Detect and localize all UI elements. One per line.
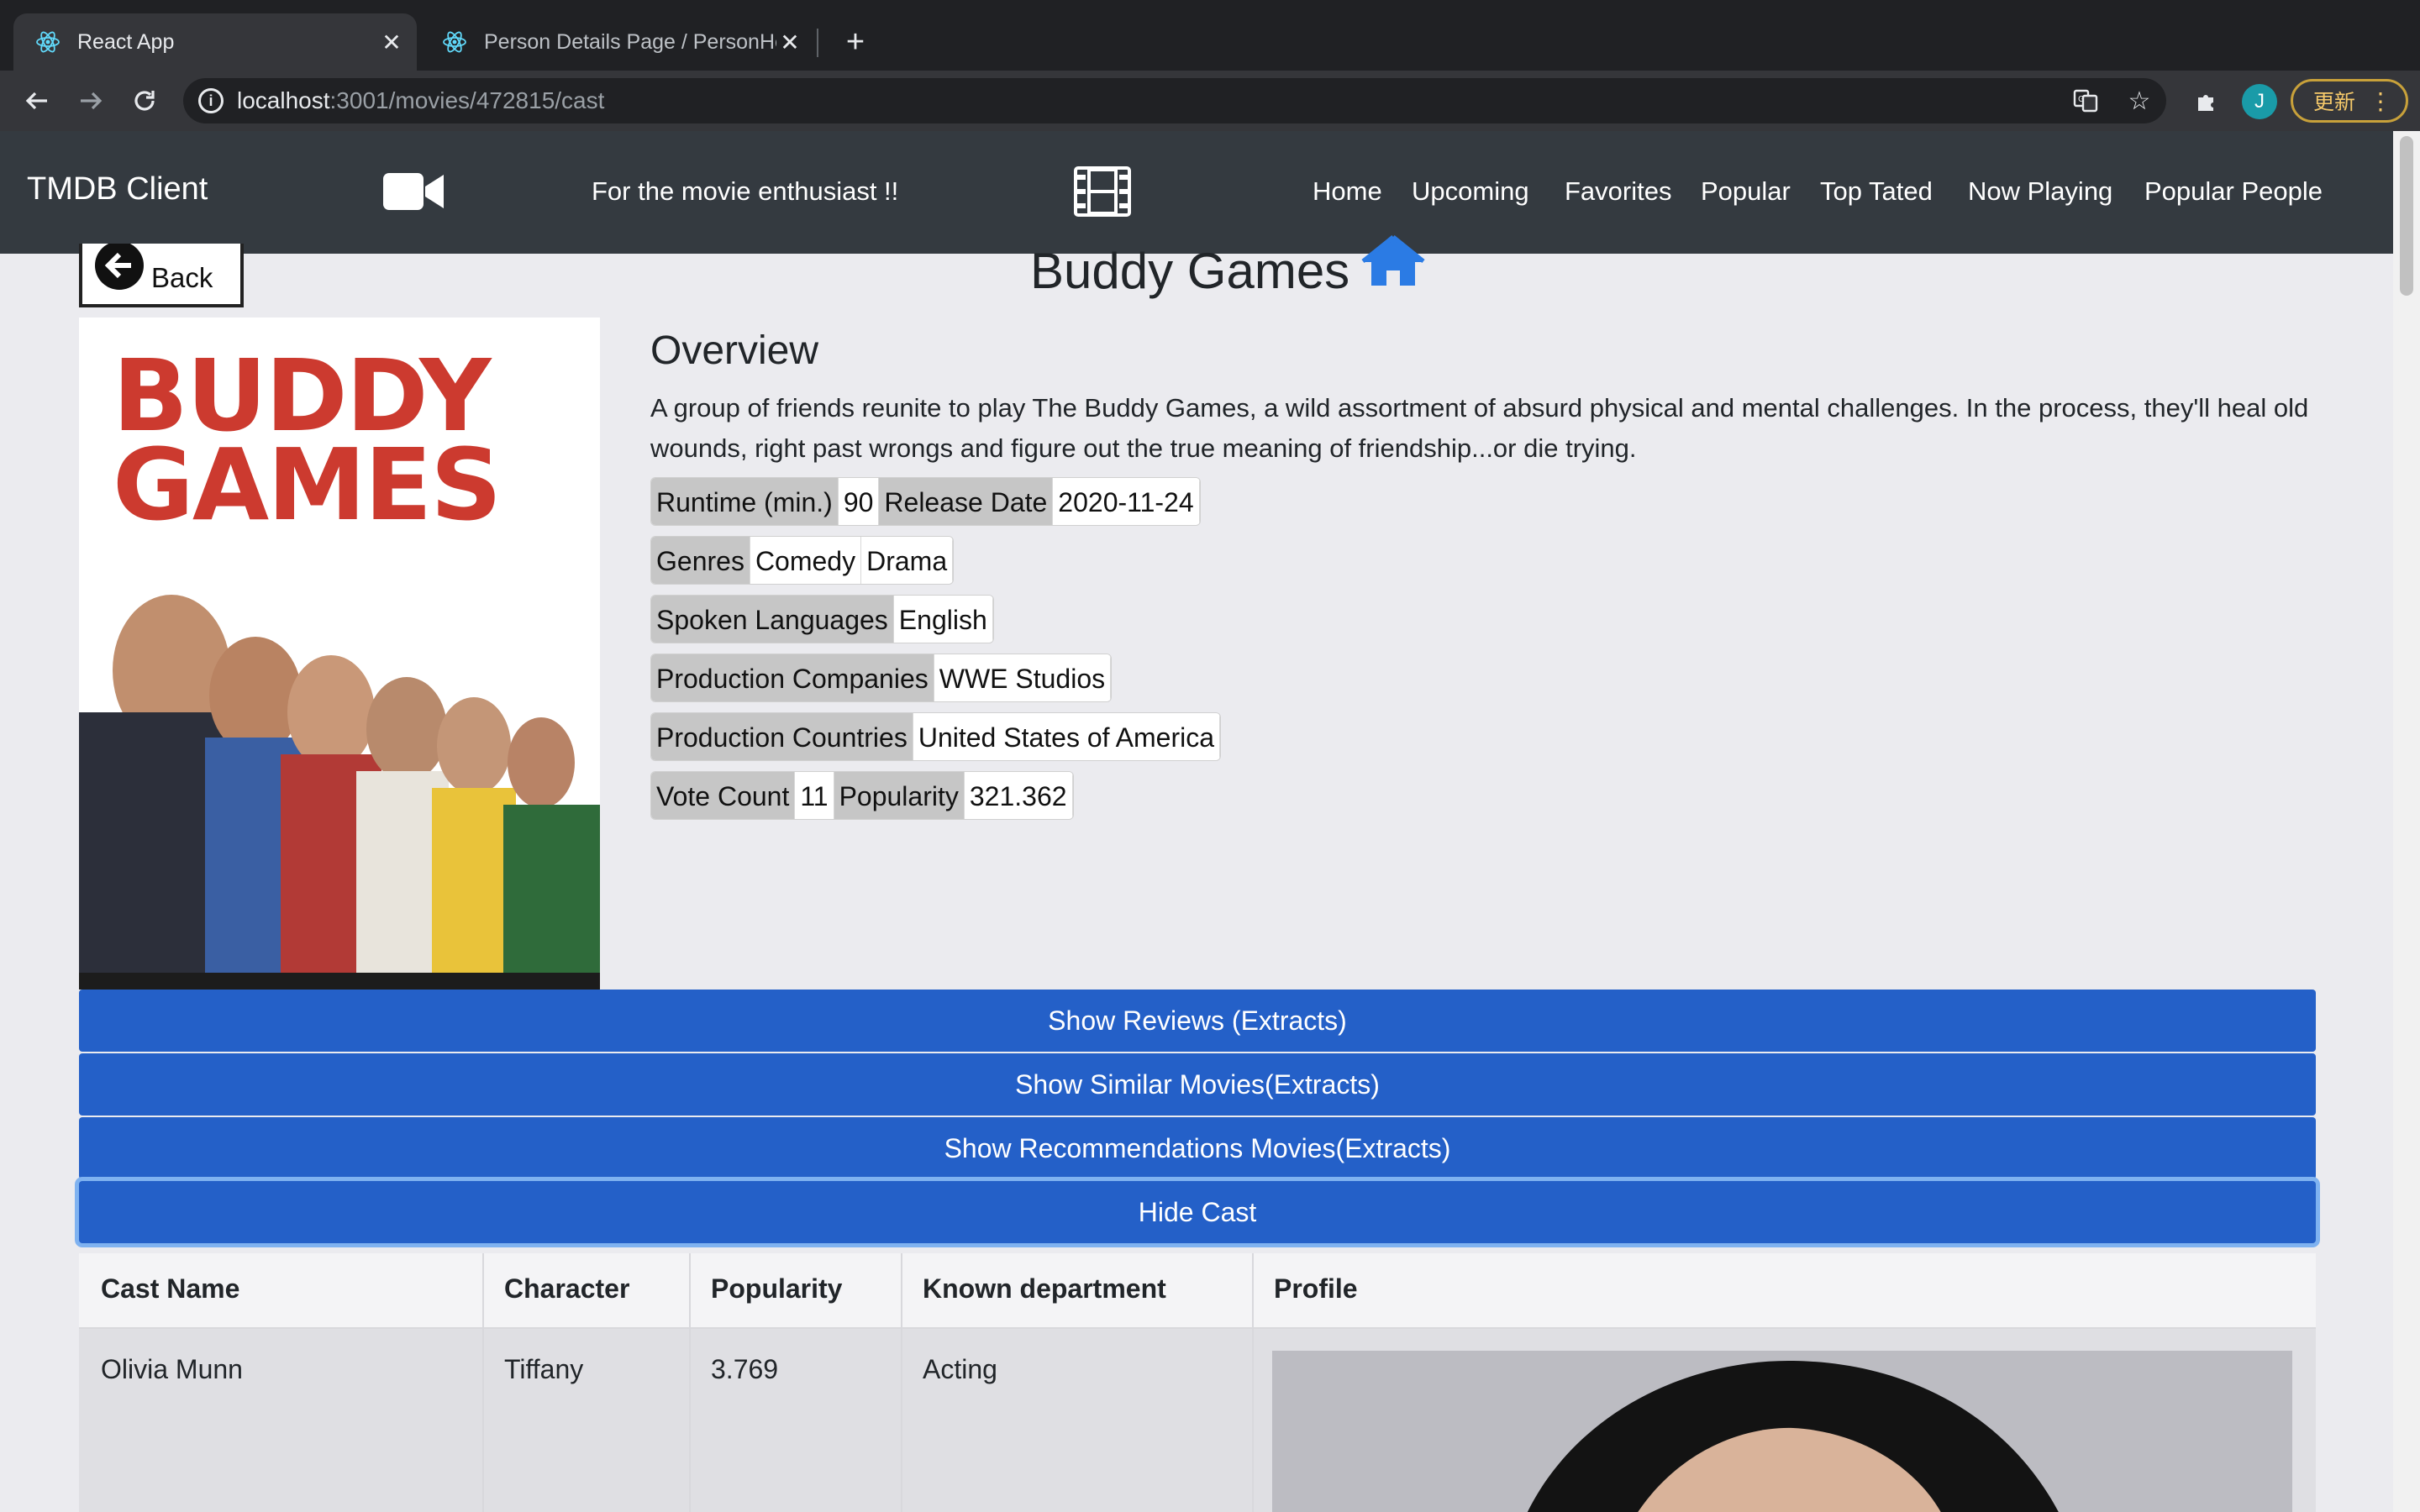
column-divider <box>1252 1253 1254 1512</box>
column-divider <box>689 1253 691 1512</box>
url-host: localhost <box>237 87 330 113</box>
language-chip: English <box>893 596 993 643</box>
close-tab-icon[interactable]: ✕ <box>776 29 803 55</box>
popularity-value: 321.362 <box>964 772 1073 819</box>
header-profile[interactable]: Profile <box>1274 1273 1358 1305</box>
header-popularity[interactable]: Popularity <box>711 1273 842 1305</box>
genre-chip: Comedy <box>750 537 862 584</box>
tagline: For the movie enthusiast !! <box>592 176 899 206</box>
column-divider <box>901 1253 902 1512</box>
video-camera-icon <box>383 171 447 216</box>
nav-link-top-rated[interactable]: Top Tated <box>1820 176 1933 207</box>
department-cell: Acting <box>923 1354 997 1384</box>
vote-count-label: Vote Count <box>651 772 796 819</box>
company-chip: WWE Studios <box>934 654 1112 701</box>
cast-name-cell[interactable]: Olivia Munn <box>101 1354 243 1385</box>
new-tab-icon[interactable]: + <box>837 24 874 60</box>
nav-link-home[interactable]: Home <box>1313 176 1382 207</box>
tab-title: Person Details Page / PersonHe <box>484 29 776 54</box>
hide-cast-button[interactable]: Hide Cast <box>79 1181 2316 1243</box>
cast-table-header: Cast Name Character Popularity Known dep… <box>79 1253 2316 1329</box>
movie-title-text: Buddy Games <box>1030 243 1350 299</box>
countries-row: Production Countries United States of Am… <box>650 712 1221 761</box>
votes-popularity-row: Vote Count 11 Popularity 321.362 <box>650 771 1074 820</box>
react-icon <box>442 29 467 55</box>
genres-row: Genres Comedy Drama <box>650 536 955 585</box>
show-recommendations-button[interactable]: Show Recommendations Movies(Extracts) <box>79 1117 2316 1179</box>
popularity-label: Popularity <box>834 772 965 819</box>
movie-title: Buddy Games <box>1030 234 1425 300</box>
header-cast-name[interactable]: Cast Name <box>101 1273 239 1305</box>
country-chip: United States of America <box>913 713 1220 760</box>
page-scrollbar[interactable] <box>2393 131 2420 1512</box>
extensions-puzzle-icon[interactable] <box>2188 82 2225 119</box>
url-path: :3001/movies/472815/cast <box>329 87 605 113</box>
react-icon <box>35 29 60 55</box>
runtime-label: Runtime (min.) <box>651 478 839 525</box>
profile-photo[interactable] <box>1272 1351 2292 1512</box>
poster-group-photo <box>79 595 600 990</box>
nav-link-popular-people[interactable]: Popular People <box>2144 176 2323 207</box>
languages-label: Spoken Languages <box>651 596 894 643</box>
nav-link-popular[interactable]: Popular <box>1701 176 1791 207</box>
film-icon <box>1074 166 1131 221</box>
scrollbar-thumb[interactable] <box>2400 136 2413 296</box>
browser-update-button[interactable]: 更新 ⋮ <box>2291 79 2408 123</box>
header-known-department[interactable]: Known department <box>923 1273 1166 1305</box>
update-label: 更新 <box>2313 91 2356 114</box>
nav-link-now-playing[interactable]: Now Playing <box>1968 176 2112 207</box>
overview-heading: Overview <box>650 328 819 373</box>
brand-title[interactable]: TMDB Client <box>27 171 208 207</box>
forward-arrow-icon[interactable] <box>71 81 111 121</box>
bookmark-star-icon[interactable]: ☆ <box>2121 82 2158 119</box>
reload-icon[interactable] <box>124 81 165 121</box>
browser-tabstrip: React App ✕ Person Details Page / Person… <box>0 0 2420 71</box>
release-date-label: Release Date <box>879 478 1054 525</box>
nav-link-upcoming[interactable]: Upcoming <box>1412 176 1529 207</box>
browser-toolbar: i localhost:3001/movies/472815/cast G ☆ … <box>0 71 2420 131</box>
countries-label: Production Countries <box>651 713 913 760</box>
genre-chip: Drama <box>861 537 954 584</box>
cast-table: Cast Name Character Popularity Known dep… <box>79 1253 2316 1512</box>
arrow-left-circle-icon <box>94 241 148 301</box>
companies-row: Production Companies WWE Studios <box>650 654 1113 702</box>
profile-avatar[interactable]: J <box>2242 84 2277 119</box>
close-tab-icon[interactable]: ✕ <box>378 29 405 55</box>
overview-text: A group of friends reunite to play The B… <box>650 393 2309 463</box>
back-label: Back <box>151 262 213 293</box>
release-date-value: 2020-11-24 <box>1053 478 1200 525</box>
app-navbar: TMDB Client For the movie enthusiast !! … <box>0 131 2393 254</box>
runtime-release-row: Runtime (min.) 90 Release Date 2020-11-2… <box>650 477 1201 526</box>
tab-title: React App <box>77 29 175 54</box>
site-info-icon[interactable]: i <box>198 88 224 113</box>
show-similar-movies-button[interactable]: Show Similar Movies(Extracts) <box>79 1053 2316 1116</box>
more-menu-icon: ⋮ <box>2369 87 2392 114</box>
vote-count-value: 11 <box>795 772 834 819</box>
header-character[interactable]: Character <box>504 1273 629 1305</box>
tab-react-app[interactable]: React App ✕ <box>13 13 417 71</box>
home-icon[interactable] <box>1361 234 1425 299</box>
svg-text:G: G <box>2078 95 2085 104</box>
nav-link-favorites[interactable]: Favorites <box>1565 176 1671 207</box>
genres-label: Genres <box>651 537 750 584</box>
tab-separator <box>817 29 818 57</box>
movie-poster: BUDDY GAMES <box>79 318 600 990</box>
back-arrow-icon[interactable] <box>17 81 57 121</box>
back-button[interactable]: Back <box>79 241 244 307</box>
address-bar[interactable]: i localhost:3001/movies/472815/cast <box>183 78 2166 123</box>
companies-label: Production Companies <box>651 654 934 701</box>
translate-icon[interactable]: G <box>2067 82 2104 119</box>
column-divider <box>482 1253 484 1512</box>
languages-row: Spoken Languages English <box>650 595 994 643</box>
show-reviews-button[interactable]: Show Reviews (Extracts) <box>79 990 2316 1052</box>
character-cell: Tiffany <box>504 1354 584 1384</box>
runtime-value: 90 <box>838 478 880 525</box>
popularity-cell: 3.769 <box>711 1354 779 1384</box>
tab-person-details[interactable]: Person Details Page / PersonHe ✕ <box>420 13 815 71</box>
